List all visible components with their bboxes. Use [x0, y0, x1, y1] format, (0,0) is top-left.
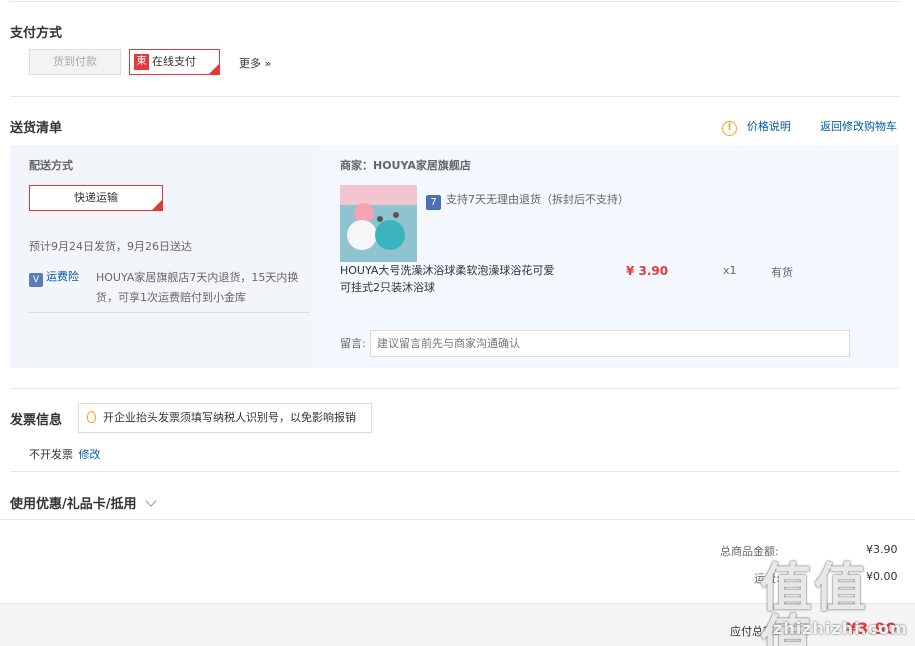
chevron-down-icon: [145, 495, 157, 507]
invoice-status: 不开发票 修改: [29, 446, 101, 462]
memo-label: 留言:: [340, 337, 366, 350]
seven-day-return-icon: 7: [426, 195, 441, 210]
payment-title: 支付方式: [10, 26, 63, 41]
product-name-line-2: 可挂式2只装沐浴球: [340, 281, 435, 294]
lightbulb-icon: [87, 411, 96, 423]
site-watermark-url: zhizhizhi.com: [773, 619, 908, 638]
more-payment-link[interactable]: 更多 »: [239, 55, 271, 71]
discount-title: 使用优惠/礼品卡/抵用: [10, 497, 137, 512]
shipping-insurance-tag[interactable]: V 运费险: [29, 268, 79, 287]
merchant-name: 商家：HOUYA家居旗舰店: [340, 159, 471, 172]
insurance-desc-line-2: 货，可享1次运费赔付到小金库: [96, 291, 246, 304]
product-price: ¥ 3.90: [626, 264, 669, 278]
top-divider: [10, 1, 899, 2]
delivery-divider: [10, 388, 899, 389]
invoice-edit-link[interactable]: 修改: [79, 448, 101, 461]
selected-check-icon: [152, 200, 162, 226]
discount-divider: [0, 519, 915, 520]
goods-total-label: 总商品金额:: [720, 545, 779, 558]
invoice-tip-text: 开企业抬头发票须填写纳税人识别号，以免影响报销: [103, 411, 356, 424]
return-policy: 7 支持7天无理由退货（拆封后不支持）: [426, 191, 629, 210]
product-image[interactable]: [340, 185, 417, 262]
invoice-divider: [10, 471, 899, 472]
express-shipping-button[interactable]: 快递运输: [29, 185, 163, 226]
shipping-divider: [29, 312, 310, 313]
insurance-description: HOUYA家居旗舰店7天内退货，15天内换 货，可享1次运费赔付到小金库: [96, 268, 298, 308]
stock-status: 有货: [771, 266, 793, 279]
insurance-desc-line-1: HOUYA家居旗舰店7天内退货，15天内换: [96, 271, 299, 284]
express-shipping-label: 快递运输: [74, 191, 118, 204]
delivery-estimate: 预计9月24日发货，9月26日送达: [29, 240, 192, 253]
payment-divider: [10, 96, 899, 97]
product-name-line-1: HOUYA大号洗澡沐浴球柔软泡澡球浴花可爱: [340, 264, 555, 277]
discount-toggle[interactable]: 使用优惠/礼品卡/抵用: [10, 493, 157, 512]
product-quantity: x1: [723, 264, 737, 277]
jd-logo-icon: 東: [134, 54, 149, 70]
back-to-cart-link[interactable]: 返回修改购物车: [820, 118, 897, 134]
product-name[interactable]: HOUYA大号洗澡沐浴球柔软泡澡球浴花可爱 可挂式2只装沐浴球: [340, 262, 570, 296]
invoice-title: 发票信息: [10, 413, 63, 428]
selected-check-icon: [209, 64, 219, 90]
price-note-link[interactable]: ! 价格说明: [722, 118, 791, 136]
shield-icon: V: [29, 273, 43, 287]
shipping-method-title: 配送方式: [29, 159, 73, 172]
shipping-panel: [10, 145, 319, 368]
cod-button[interactable]: 货到付款: [29, 49, 121, 75]
delivery-title: 送货清单: [10, 121, 63, 136]
invoice-status-text: 不开发票: [29, 448, 73, 461]
price-note-label: 价格说明: [746, 120, 791, 133]
return-policy-text: 支持7天无理由退货（拆封后不支持）: [446, 193, 629, 206]
insurance-label: 运费险: [46, 270, 79, 283]
goods-total-value: ¥3.90: [866, 543, 898, 556]
online-pay-label: 在线支付: [152, 55, 196, 68]
bath-sponge-image: [340, 185, 417, 262]
warning-icon: !: [722, 121, 737, 136]
memo-input[interactable]: [370, 330, 850, 357]
online-pay-button[interactable]: 東 在线支付: [129, 49, 220, 90]
invoice-tip: 开企业抬头发票须填写纳税人识别号，以免影响报销: [78, 403, 372, 433]
